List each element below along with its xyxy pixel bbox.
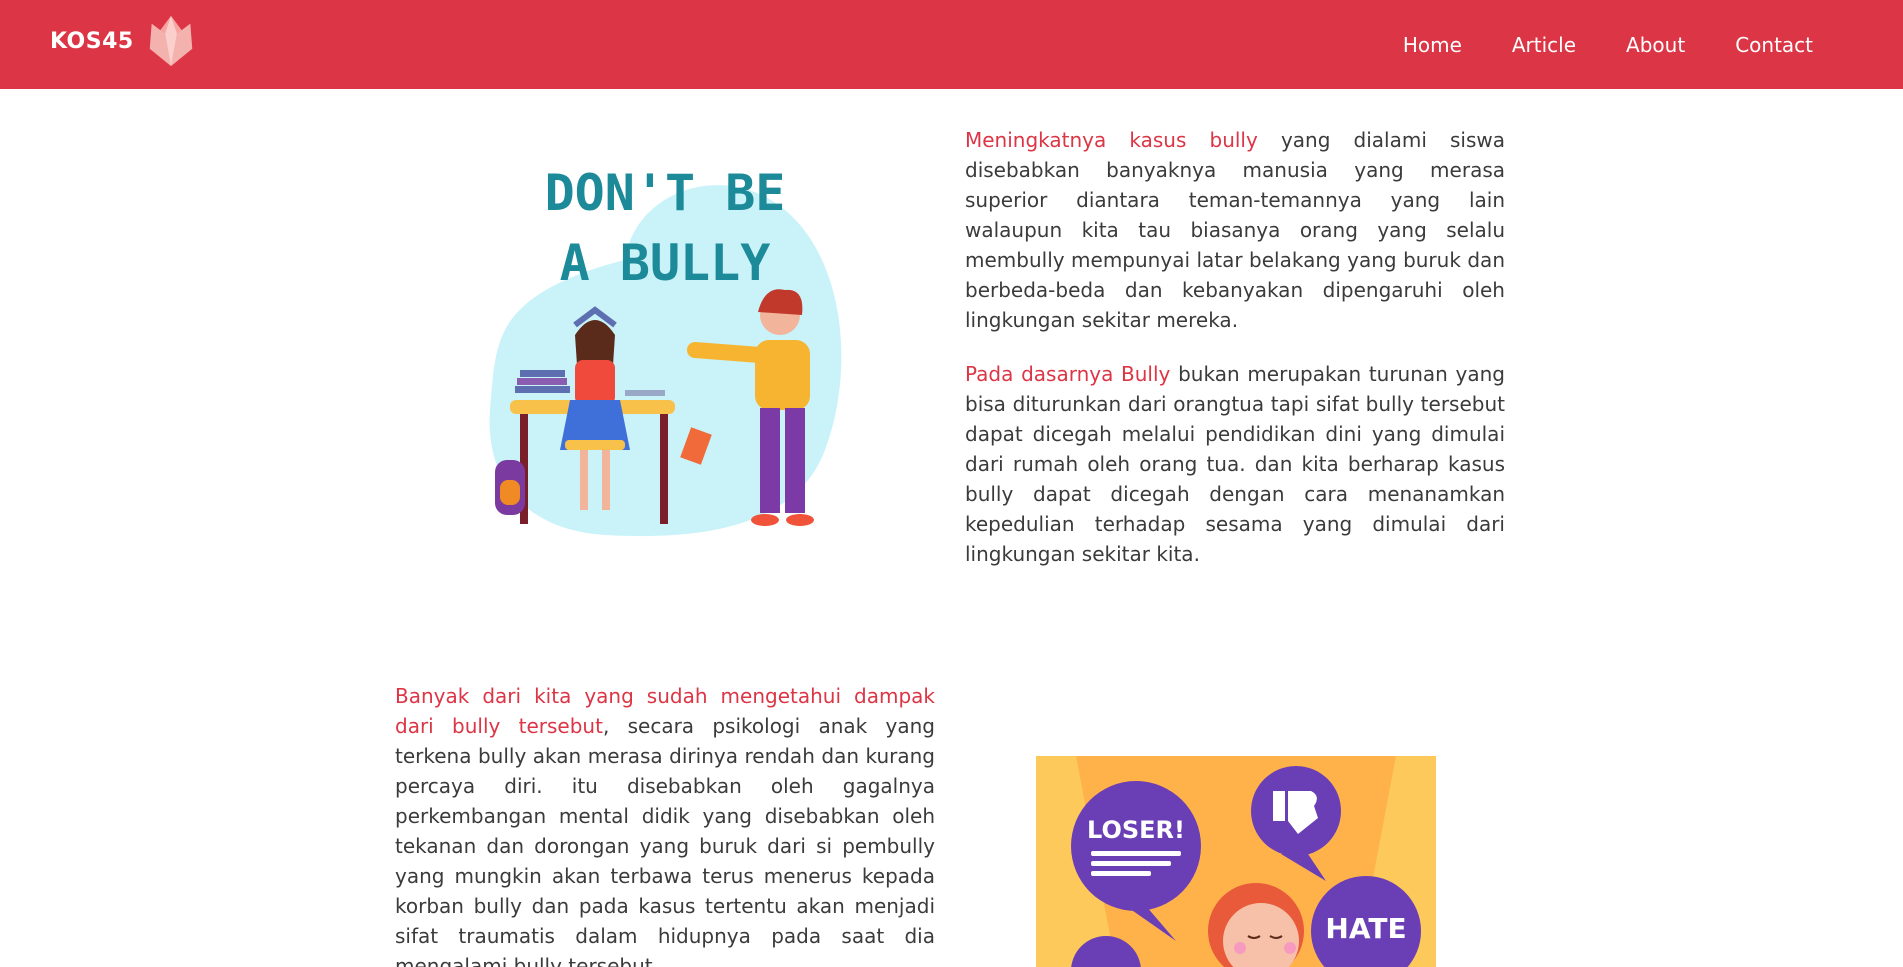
paragraph-bully-causes: Meningkatnya kasus bully yang dialami si… xyxy=(965,125,1505,335)
illustration-title-line2: A BULLY xyxy=(560,234,771,292)
paragraph-bully-prevention: Pada dasarnya Bully bukan merupakan turu… xyxy=(965,359,1505,569)
illustration-title-line1: DON'T BE xyxy=(545,164,786,222)
body-text: , secara psikologi anak yang terkena bul… xyxy=(395,714,935,967)
brand[interactable]: KOS45 xyxy=(50,12,200,70)
paragraph-bully-impact: Banyak dari kita yang sudah mengetahui d… xyxy=(395,681,935,967)
highlight-text: Meningkatnya kasus bully xyxy=(965,128,1258,152)
nav-contact[interactable]: Contact xyxy=(1735,33,1813,57)
brand-name: KOS45 xyxy=(50,28,134,54)
bubble-hate-text: HATE xyxy=(1325,912,1406,945)
body-text: yang dialami siswa disebabkan banyaknya … xyxy=(965,128,1506,332)
dont-be-a-bully-illustration: DON'T BE A BULLY xyxy=(489,164,842,537)
nav-article[interactable]: Article xyxy=(1512,33,1576,57)
lotus-logo-icon xyxy=(149,15,193,67)
body-text: bukan merupakan turunan yang bisa dituru… xyxy=(965,362,1506,566)
navbar: KOS45 Home Article About Contact xyxy=(0,0,1903,89)
nav-about[interactable]: About xyxy=(1626,33,1685,57)
loser-hate-illustration: LOSER! HATE xyxy=(1036,756,1436,967)
bubble-loser-text: LOSER! xyxy=(1087,816,1185,844)
nav-home[interactable]: Home xyxy=(1403,33,1462,57)
main-nav: Home Article About Contact xyxy=(1353,0,1813,89)
highlight-text: Pada dasarnya Bully xyxy=(965,362,1171,386)
